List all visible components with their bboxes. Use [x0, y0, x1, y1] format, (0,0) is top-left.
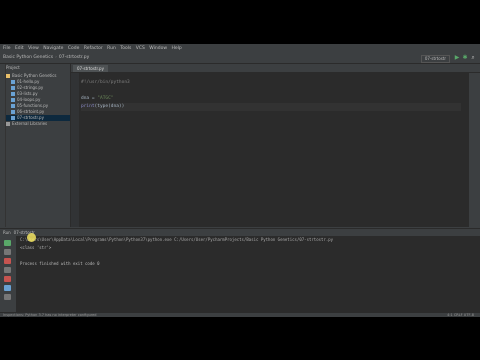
mouse-cursor-highlight: [27, 233, 36, 242]
tree-item-label: 05-functions.py: [17, 103, 49, 108]
console-line: Process finished with exit code 0: [20, 261, 100, 266]
status-position[interactable]: 4:1 CRLF UTF-8: [447, 313, 474, 317]
code-line-current: print(type(dna)): [81, 103, 461, 111]
menu-refactor[interactable]: Refactor: [84, 44, 103, 53]
tree-item-label: 07-strtostr.py: [17, 115, 44, 120]
navigation-bar: Basic Python Genetics › 07-strtostr.py 07-…: [0, 53, 480, 64]
breadcrumb-separator: ›: [55, 55, 57, 60]
tree-item-label: 01-hello.py: [17, 79, 40, 84]
code-area[interactable]: #!/usr/bin/python3 dna = "ATGC" print(ty…: [81, 79, 461, 111]
ide-window: File Edit View Navigate Code Refactor Ru…: [0, 44, 480, 317]
console-line: C:\Users\User\AppData\Local\Programs\Pyt…: [20, 237, 334, 242]
run-panel-title[interactable]: Run: [3, 230, 11, 235]
menu-help[interactable]: Help: [171, 44, 181, 53]
tree-item-label: 06-strtoint.py: [17, 109, 45, 114]
tree-item-label: 03-lists.py: [17, 91, 38, 96]
code-editor[interactable]: #!/usr/bin/python3 dna = "ATGC" print(ty…: [71, 73, 469, 227]
search-icon[interactable]: ⌕: [470, 55, 476, 61]
menu-window[interactable]: Window: [149, 44, 167, 53]
project-header[interactable]: Project: [6, 65, 20, 70]
code-line: dna = "ATGC": [81, 95, 461, 103]
editor-tab[interactable]: 07-strtostr.py: [73, 65, 108, 72]
project-tree: Basic Python Genetics 01-hello.py 02-str…: [6, 73, 70, 127]
library-icon: [6, 122, 10, 126]
breadcrumb-file[interactable]: 07-strtostr.py: [59, 55, 89, 60]
tree-item-label: Basic Python Genetics: [12, 73, 57, 78]
close-run-icon[interactable]: [4, 258, 11, 264]
menu-tools[interactable]: Tools: [120, 44, 131, 53]
code-builtin: print: [81, 104, 95, 109]
stop-icon[interactable]: [4, 249, 11, 255]
run-icon[interactable]: ▶: [454, 55, 460, 61]
tree-item-label: External Libraries: [12, 121, 48, 126]
debug-icon[interactable]: ✱: [462, 55, 468, 61]
python-file-icon: [11, 92, 15, 96]
folder-icon: [6, 74, 10, 78]
python-file-icon: [11, 116, 15, 120]
editor-scrollbar[interactable]: [469, 73, 480, 227]
rerun-icon[interactable]: [4, 240, 11, 246]
python-file-icon: [11, 86, 15, 90]
soft-wrap-icon[interactable]: [4, 285, 11, 291]
editor-gutter: [71, 73, 79, 227]
run-console[interactable]: C:\Users\User\AppData\Local\Programs\Pyt…: [17, 236, 480, 312]
tree-item-label: 04-loops.py: [17, 97, 41, 102]
menu-view[interactable]: View: [28, 44, 39, 53]
run-config-select[interactable]: 07-strtostr: [420, 55, 450, 63]
scroll-to-end-icon[interactable]: [4, 267, 11, 273]
python-file-icon: [11, 98, 15, 102]
python-file-icon: [11, 104, 15, 108]
code-line: #!/usr/bin/python3: [81, 80, 130, 85]
menu-file[interactable]: File: [3, 44, 11, 53]
tree-item-label: 02-strings.py: [17, 85, 44, 90]
menu-vcs[interactable]: VCS: [136, 44, 145, 53]
editor-tab-bar: 07-strtostr.py: [71, 64, 480, 73]
status-message: Inspections: Python 3.7 has no interpret…: [3, 313, 97, 317]
menu-bar: File Edit View Navigate Code Refactor Ru…: [0, 44, 480, 53]
console-line: <class 'str'>: [20, 245, 52, 250]
run-toolbar: [0, 236, 17, 312]
code-string: "ATGC": [97, 96, 114, 101]
clear-all-icon[interactable]: [4, 294, 11, 300]
menu-run[interactable]: Run: [107, 44, 116, 53]
python-file-icon: [11, 110, 15, 114]
breadcrumb-project[interactable]: Basic Python Genetics: [3, 55, 53, 60]
print-icon[interactable]: [4, 276, 11, 282]
status-bar: Inspections: Python 3.7 has no interpret…: [0, 312, 480, 317]
tree-item-external-libraries[interactable]: External Libraries: [6, 121, 70, 127]
code-args: (type(dna)): [94, 104, 125, 109]
menu-edit[interactable]: Edit: [15, 44, 24, 53]
menu-code[interactable]: Code: [68, 44, 80, 53]
menu-navigate[interactable]: Navigate: [43, 44, 63, 53]
code-identifier: dna: [81, 96, 90, 101]
breadcrumb: Basic Python Genetics › 07-strtostr.py: [3, 53, 89, 63]
python-file-icon: [11, 80, 15, 84]
project-panel: Project Basic Python Genetics 01-hello.p…: [0, 64, 71, 227]
